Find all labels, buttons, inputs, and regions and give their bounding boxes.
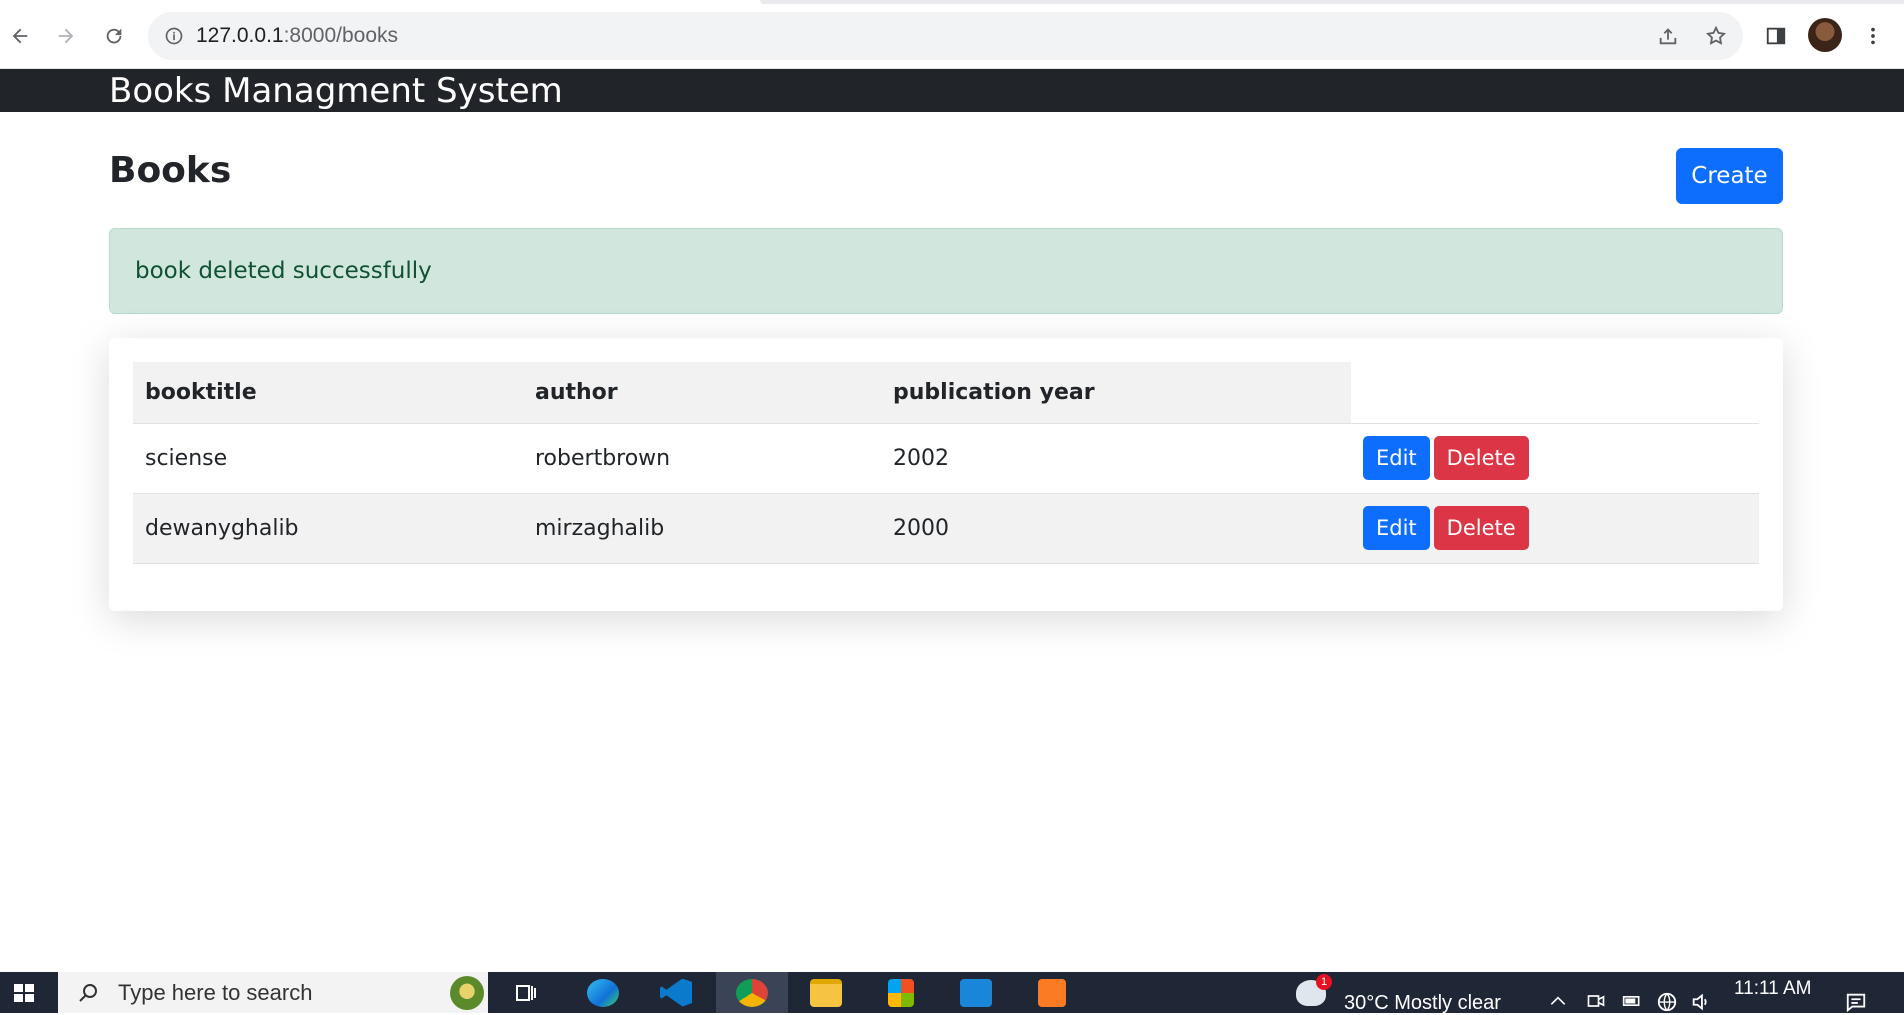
tab-strip-edge [760, 0, 1904, 4]
mail-icon[interactable] [940, 972, 1012, 1013]
create-button[interactable]: Create [1676, 148, 1783, 204]
cell-booktitle: sciense [133, 423, 523, 494]
cell-actions: Edit Delete [1351, 493, 1759, 564]
chrome-icon[interactable] [716, 972, 788, 1013]
vscode-icon[interactable] [640, 972, 712, 1013]
windows-taskbar: Type here to search 1 30°C Mostly clear … [0, 972, 1904, 1015]
browser-toolbar: 127.0.0.1:8000/books [0, 0, 1904, 69]
cell-publication-year: 2000 [881, 493, 1351, 564]
task-view-icon[interactable] [490, 972, 562, 1013]
clock-time[interactable]: 11:11 AM [1734, 978, 1811, 1000]
bookmark-star-icon[interactable] [1698, 18, 1734, 54]
windows-start-icon[interactable] [0, 972, 48, 1013]
chevron-up-icon[interactable] [1548, 991, 1568, 1011]
table-header-row: booktitle author publication year [133, 362, 1759, 424]
notifications-icon[interactable] [1844, 991, 1868, 1013]
cell-publication-year: 2002 [881, 423, 1351, 494]
xampp-icon[interactable] [1016, 972, 1088, 1013]
menu-dots-icon[interactable] [1855, 18, 1891, 54]
table-row: sciense robertbrown 2002 Edit Delete [133, 423, 1759, 494]
delete-button[interactable]: Delete [1433, 506, 1529, 550]
delete-button[interactable]: Delete [1433, 436, 1529, 480]
taskbar-search-box[interactable]: Type here to search [58, 972, 488, 1013]
back-icon[interactable] [2, 18, 38, 54]
file-explorer-icon[interactable] [790, 972, 862, 1013]
volume-icon[interactable] [1690, 991, 1712, 1013]
weather-badge: 1 [1316, 974, 1332, 990]
table-row: dewanyghalib mirzaghalib 2000 Edit Delete [133, 493, 1759, 564]
books-table: booktitle author publication year sciens… [133, 362, 1759, 564]
cell-actions: Edit Delete [1351, 423, 1759, 494]
network-globe-icon[interactable] [1656, 991, 1678, 1013]
cell-author: robertbrown [523, 423, 881, 494]
success-alert: book deleted successfully [109, 228, 1783, 314]
reload-icon[interactable] [96, 18, 132, 54]
avocado-icon [450, 976, 484, 1010]
edit-button[interactable]: Edit [1363, 436, 1430, 480]
books-card: booktitle author publication year sciens… [109, 338, 1783, 611]
url-text: 127.0.0.1:8000/books [196, 24, 399, 47]
address-bar[interactable]: 127.0.0.1:8000/books [148, 12, 1743, 60]
profile-avatar[interactable] [1808, 18, 1842, 52]
brand-title[interactable]: Books Managment System [109, 71, 563, 111]
edge-icon[interactable] [567, 972, 639, 1013]
search-icon [79, 984, 97, 1002]
site-info-icon[interactable] [162, 24, 186, 48]
taskbar-search-placeholder: Type here to search [118, 979, 313, 1005]
page-title: Books [109, 150, 232, 191]
column-header-author: author [523, 362, 881, 424]
edit-button[interactable]: Edit [1363, 506, 1430, 550]
battery-icon[interactable] [1620, 991, 1644, 1011]
column-header-booktitle: booktitle [133, 362, 523, 424]
side-panel-icon[interactable] [1758, 18, 1794, 54]
meet-now-icon[interactable] [1586, 991, 1606, 1011]
app-navbar: Books Managment System [0, 69, 1904, 112]
weather-text[interactable]: 30°C Mostly clear [1344, 992, 1501, 1015]
column-header-actions [1351, 362, 1759, 424]
forward-icon[interactable] [48, 18, 84, 54]
store-icon[interactable] [865, 972, 937, 1013]
cell-booktitle: dewanyghalib [133, 493, 523, 564]
share-icon[interactable] [1650, 18, 1686, 54]
cell-author: mirzaghalib [523, 493, 881, 564]
column-header-publication-year: publication year [881, 362, 1351, 424]
